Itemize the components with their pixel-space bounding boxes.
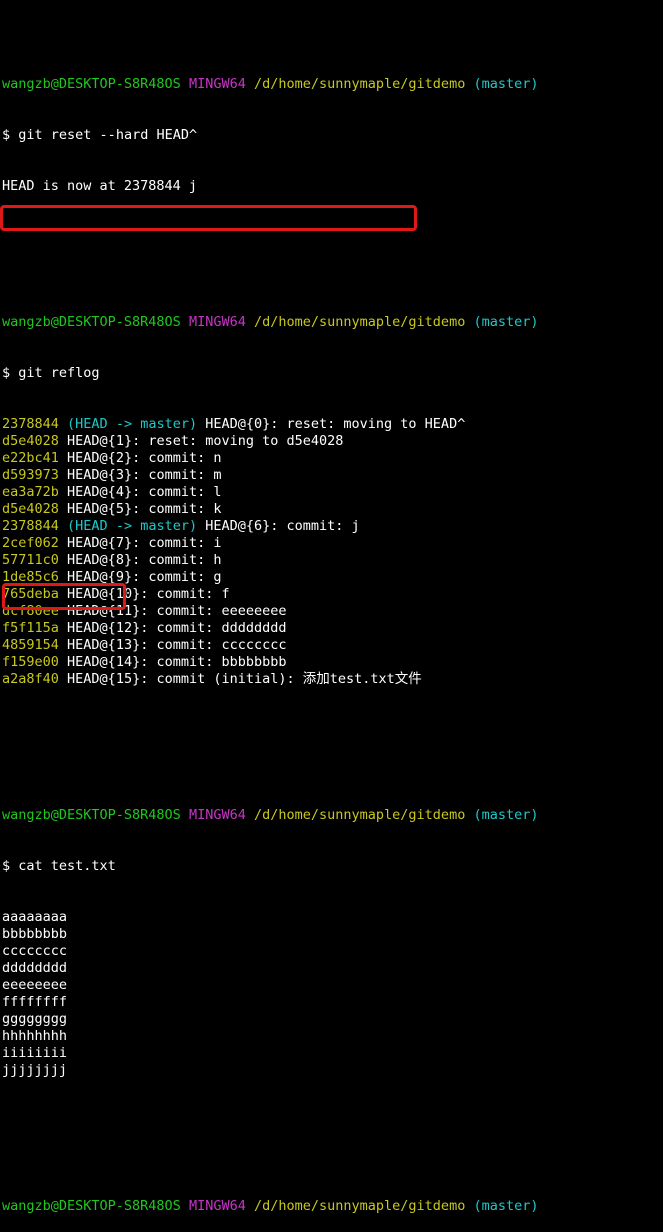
- prompt-branch: (master): [473, 807, 539, 823]
- prompt-symbol: $: [2, 365, 11, 381]
- terminal-window[interactable]: wangzb@DESKTOP-S8R48OS MINGW64 /d/home/s…: [2, 8, 663, 1232]
- commit-hash: 2378844: [2, 518, 59, 534]
- commit-hash: 765deba: [2, 586, 59, 602]
- ref-label: (HEAD -> master): [67, 518, 198, 534]
- reflog-message: HEAD@{7}: commit: i: [67, 535, 222, 551]
- file-line: ffffffff: [2, 994, 68, 1010]
- reflog-entry: f159e00 HEAD@{14}: commit: bbbbbbbb: [2, 654, 663, 671]
- prompt-user-host: wangzb@DESKTOP-S8R48OS: [2, 1198, 181, 1214]
- commit-hash: ea3a72b: [2, 484, 59, 500]
- commit-hash: d5e4028: [2, 501, 59, 517]
- reflog-message: HEAD@{2}: commit: n: [67, 450, 222, 466]
- commit-hash: d593973: [2, 467, 59, 483]
- prompt-path: /d/home/sunnymaple/gitdemo: [254, 807, 466, 823]
- commit-hash: 2378844: [2, 416, 59, 432]
- reflog-message: HEAD@{15}: commit (initial): 添加test.txt文…: [67, 671, 422, 687]
- command-text: cat test.txt: [18, 858, 116, 874]
- commit-hash: f159e00: [2, 654, 59, 670]
- reflog-message: HEAD@{10}: commit: f: [67, 586, 230, 602]
- prompt-line: wangzb@DESKTOP-S8R48OS MINGW64 /d/home/s…: [2, 807, 663, 824]
- prompt-shell: MINGW64: [188, 76, 246, 92]
- command-text: git reflog: [18, 365, 100, 381]
- reflog-entry: 4859154 HEAD@{13}: commit: cccccccc: [2, 637, 663, 654]
- command-line: $ git reflog: [2, 365, 663, 382]
- reflog-entry: dcf80ee HEAD@{11}: commit: eeeeeeee: [2, 603, 663, 620]
- reflog-entry: 1de85c6 HEAD@{9}: commit: g: [2, 569, 663, 586]
- reflog-message: HEAD@{12}: commit: dddddddd: [67, 620, 287, 636]
- file-line: eeeeeeee: [2, 977, 68, 993]
- commit-hash: e22bc41: [2, 450, 59, 466]
- prompt-symbol: $: [2, 858, 11, 874]
- file-line: iiiiiiii: [2, 1045, 68, 1061]
- file-line: jjjjjjjj: [2, 1062, 68, 1078]
- prompt-path: /d/home/sunnymaple/gitdemo: [254, 76, 466, 92]
- prompt-shell: MINGW64: [188, 314, 246, 330]
- prompt-shell: MINGW64: [188, 1198, 246, 1214]
- prompt-line: wangzb@DESKTOP-S8R48OS MINGW64 /d/home/s…: [2, 76, 663, 93]
- reflog-entry: 2378844 (HEAD -> master) HEAD@{6}: commi…: [2, 518, 663, 535]
- reflog-entry: ea3a72b HEAD@{4}: commit: l: [2, 484, 663, 501]
- reflog-entry: 2378844 (HEAD -> master) HEAD@{0}: reset…: [2, 416, 663, 433]
- cat-output: aaaaaaaa bbbbbbbb cccccccc dddddddd eeeeeeee…: [2, 909, 663, 1079]
- file-line: cccccccc: [2, 943, 68, 959]
- prompt-symbol: $: [2, 127, 11, 143]
- reflog-entry: d5e4028 HEAD@{5}: commit: k: [2, 501, 663, 518]
- prompt-user-host: wangzb@DESKTOP-S8R48OS: [2, 76, 181, 92]
- prompt-shell: MINGW64: [188, 807, 246, 823]
- prompt-user-host: wangzb@DESKTOP-S8R48OS: [2, 807, 181, 823]
- file-line: bbbbbbbb: [2, 926, 68, 942]
- prompt-user-host: wangzb@DESKTOP-S8R48OS: [2, 314, 181, 330]
- reflog-message: HEAD@{5}: commit: k: [67, 501, 222, 517]
- command-line: $ cat test.txt: [2, 858, 663, 875]
- reflog-entry: d593973 HEAD@{3}: commit: m: [2, 467, 663, 484]
- prompt-branch: (master): [473, 1198, 539, 1214]
- reflog-message: HEAD@{3}: commit: m: [67, 467, 222, 483]
- reflog-entry: 765deba HEAD@{10}: commit: f: [2, 586, 663, 603]
- reflog-message: HEAD@{6}: commit: j: [205, 518, 360, 534]
- reflog-entry: f5f115a HEAD@{12}: commit: dddddddd: [2, 620, 663, 637]
- reflog-entry: 57711c0 HEAD@{8}: commit: h: [2, 552, 663, 569]
- reflog-entry: e22bc41 HEAD@{2}: commit: n: [2, 450, 663, 467]
- reflog-entry: 2cef062 HEAD@{7}: commit: i: [2, 535, 663, 552]
- file-line: aaaaaaaa: [2, 909, 68, 925]
- reflog-message: HEAD@{0}: reset: moving to HEAD^: [205, 416, 466, 432]
- commit-hash: 1de85c6: [2, 569, 59, 585]
- command-line: $ git reset --hard HEAD^: [2, 127, 663, 144]
- reflog-message: HEAD@{13}: commit: cccccccc: [67, 637, 287, 653]
- reflog-message: HEAD@{1}: reset: moving to d5e4028: [67, 433, 344, 449]
- reflog-output: 2378844 (HEAD -> master) HEAD@{0}: reset…: [2, 416, 663, 688]
- command-text: git reset --hard HEAD^: [18, 127, 198, 143]
- prompt-line: wangzb@DESKTOP-S8R48OS MINGW64 /d/home/s…: [2, 314, 663, 331]
- reflog-message: HEAD@{4}: commit: l: [67, 484, 222, 500]
- commit-hash: f5f115a: [2, 620, 59, 636]
- reflog-message: HEAD@{8}: commit: h: [67, 552, 222, 568]
- prompt-line: wangzb@DESKTOP-S8R48OS MINGW64 /d/home/s…: [2, 1198, 663, 1215]
- reflog-entry: d5e4028 HEAD@{1}: reset: moving to d5e40…: [2, 433, 663, 450]
- commit-hash: d5e4028: [2, 433, 59, 449]
- reflog-message: HEAD@{9}: commit: g: [67, 569, 222, 585]
- file-line: gggggggg: [2, 1011, 68, 1027]
- reflog-message: HEAD@{14}: commit: bbbbbbbb: [67, 654, 287, 670]
- ref-label: (HEAD -> master): [67, 416, 198, 432]
- commit-hash: 57711c0: [2, 552, 59, 568]
- reflog-message: HEAD@{11}: commit: eeeeeeee: [67, 603, 287, 619]
- prompt-path: /d/home/sunnymaple/gitdemo: [254, 1198, 466, 1214]
- file-line: dddddddd: [2, 960, 68, 976]
- prompt-path: /d/home/sunnymaple/gitdemo: [254, 314, 466, 330]
- commit-hash: 4859154: [2, 637, 59, 653]
- reflog-entry: a2a8f40 HEAD@{15}: commit (initial): 添加t…: [2, 671, 663, 688]
- commit-hash: a2a8f40: [2, 671, 59, 687]
- command-output: HEAD is now at 2378844 j: [2, 178, 198, 194]
- commit-hash: dcf80ee: [2, 603, 59, 619]
- file-line: hhhhhhhh: [2, 1028, 68, 1044]
- commit-hash: 2cef062: [2, 535, 59, 551]
- prompt-branch: (master): [473, 76, 539, 92]
- prompt-branch: (master): [473, 314, 539, 330]
